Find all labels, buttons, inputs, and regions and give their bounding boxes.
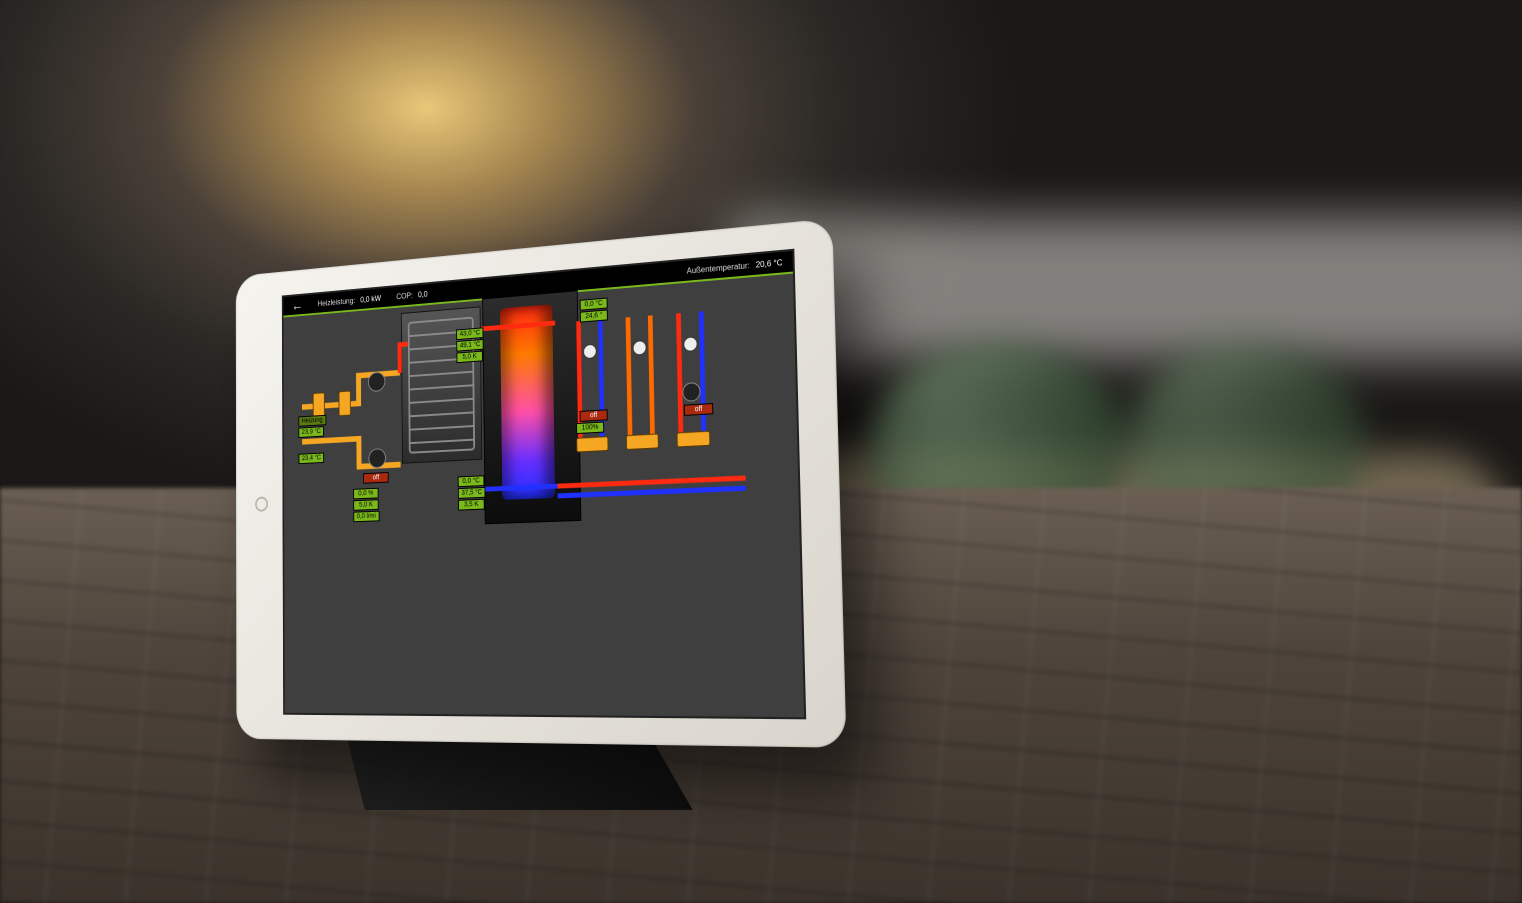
right-header-temp2: 24,6 ° [580, 309, 608, 322]
circuit3-status[interactable]: off [684, 403, 714, 416]
circuit1-status[interactable]: off [580, 409, 608, 422]
home-button[interactable] [255, 496, 268, 511]
tank-top-temp: 43,0 °C [456, 327, 484, 340]
outdoor-temp-label: Außentemperatur: [687, 260, 750, 275]
heating-power-value: 0,0 kW [360, 294, 381, 304]
pump-status[interactable]: off [363, 472, 388, 484]
cop-label: COP: [396, 291, 413, 301]
heating-circuit-label: Heizung [298, 415, 326, 427]
heating-power-readout: Heizleistung: 0,0 kW [317, 294, 381, 308]
tank-lower-temp: 0,0 °C [458, 475, 485, 487]
circuit1-valve: 100% [576, 422, 604, 435]
tank-upper-delta: 5,0 K [456, 351, 482, 364]
hydraulic-diagram[interactable]: Heizung 23,9 °C 23,4 °C off 0,0 % 5,0 K … [283, 274, 804, 718]
flow-rate-value: 0,0 l/mi [353, 511, 379, 522]
delta-t-value: 5,0 K [353, 499, 378, 511]
flow-temp-value: 23,9 °C [298, 426, 324, 438]
return-temp-value: 23,4 °C [299, 452, 325, 464]
tablet-scene: ← Heizleistung: 0,0 kW COP: 0,0 Außentem… [188, 243, 853, 803]
tablet-device: ← Heizleistung: 0,0 kW COP: 0,0 Außentem… [236, 218, 847, 748]
outdoor-temp-readout: Außentemperatur: 20,6 °C [687, 258, 783, 276]
cop-value: 0,0 [418, 289, 428, 298]
cop-readout: COP: 0,0 [396, 289, 427, 300]
valve-percent: 0,0 % [353, 488, 378, 500]
back-arrow-icon[interactable]: ← [291, 298, 302, 312]
tank-lower-mid-temp: 37,5 °C [458, 487, 486, 499]
outdoor-temp-value: 20,6 °C [756, 258, 783, 270]
tank-upper-temp: 49,1 °C [456, 339, 484, 352]
heating-power-label: Heizleistung: [317, 296, 355, 308]
app-screen: ← Heizleistung: 0,0 kW COP: 0,0 Außentem… [282, 249, 806, 720]
tank-lower-delta: 3,5 K [458, 499, 485, 511]
